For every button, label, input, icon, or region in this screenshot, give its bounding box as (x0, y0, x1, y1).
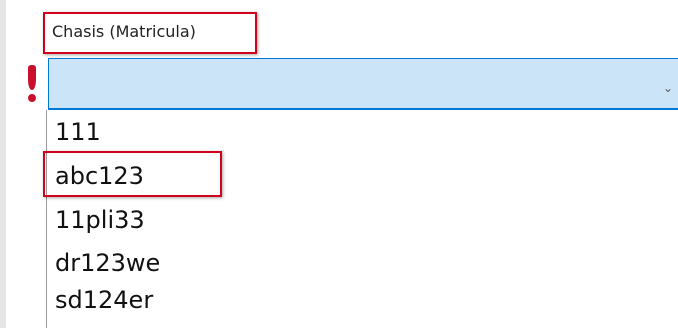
left-panel-edge (0, 0, 6, 328)
chevron-down-icon[interactable]: ⌄ (663, 81, 673, 95)
dropdown-option[interactable]: sd124er (55, 286, 153, 314)
dropdown-option[interactable]: 111 (55, 118, 101, 146)
field-label: Chasis (Matricula) (52, 22, 196, 41)
chasis-combobox[interactable]: ⌄ (48, 58, 678, 110)
dropdown-list[interactable]: 111 abc123 11pli33 dr123we sd124er (46, 110, 678, 328)
exclamation-icon (22, 58, 42, 108)
exclamation-dot (28, 94, 36, 102)
option-annotation-box (43, 151, 222, 197)
dropdown-option[interactable]: 11pli33 (55, 206, 145, 234)
exclamation-bar (28, 65, 36, 90)
dropdown-option[interactable]: dr123we (55, 249, 160, 277)
